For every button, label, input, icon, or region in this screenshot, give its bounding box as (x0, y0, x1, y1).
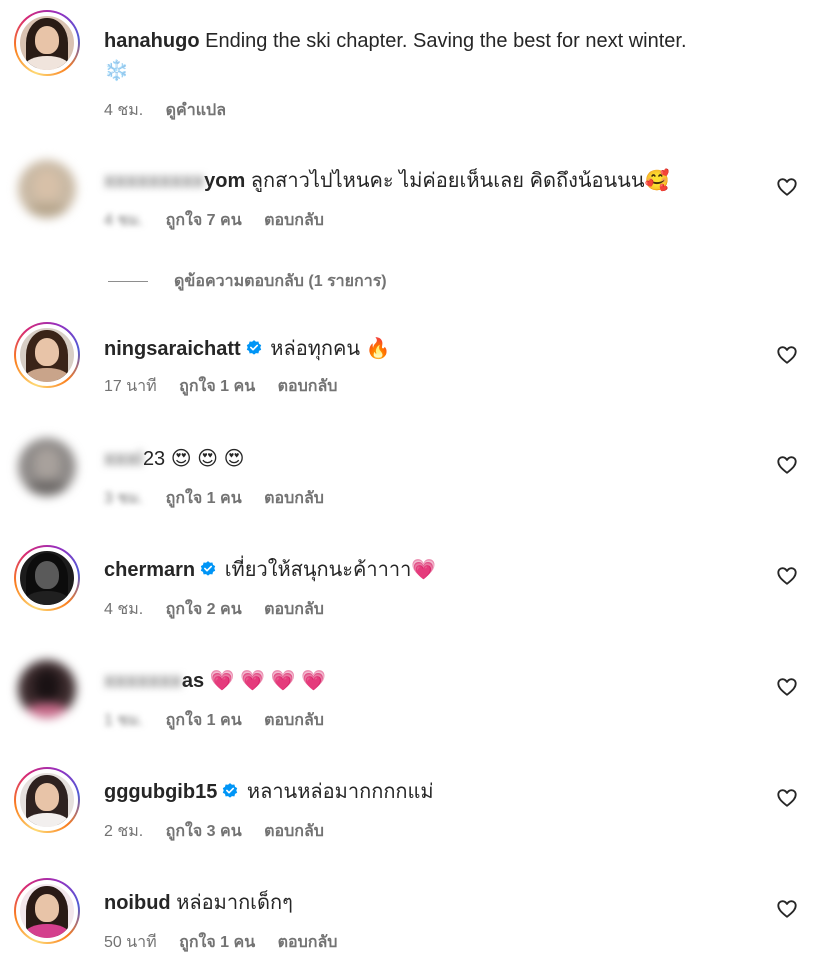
comment-time: 4 ชม. (104, 601, 144, 618)
pink-heart-icon: 💗 💗 💗 💗 (209, 670, 326, 692)
comment-time: 2 ชม. (104, 823, 144, 840)
comment-username-blurred: xxxxxxxxx (104, 170, 205, 192)
comment-text: gggubgib15 หลานหล่อมากกกกแม่ (104, 777, 434, 807)
avatar[interactable] (14, 434, 80, 500)
reply-button[interactable]: ตอบกลับ (264, 212, 324, 229)
caption-text: hanahugo Ending the ski chapter. Saving … (104, 26, 714, 86)
pink-heart-icon: 💗 (411, 559, 437, 581)
comment-username[interactable]: 23 (143, 448, 165, 470)
translate-link[interactable]: ดูคำแปล (166, 102, 226, 119)
view-replies-link[interactable]: ดูข้อความตอบกลับ (1 รายการ) (108, 269, 387, 294)
comment-text: ningsaraichatt หล่อทุกคน 🔥 (104, 334, 391, 364)
comment-likes[interactable]: ถูกใจ 7 คน (166, 212, 242, 229)
reply-button[interactable]: ตอบกลับ (264, 712, 324, 729)
post-time: 4 ชม. (104, 102, 144, 119)
heart-outline-icon[interactable] (776, 787, 798, 809)
comment-time: 50 นาที (104, 934, 157, 951)
verified-badge-icon (246, 340, 261, 355)
comment-likes[interactable]: ถูกใจ 3 คน (166, 823, 242, 840)
avatar[interactable] (14, 10, 80, 76)
comment-username-blurred: xxxi (104, 448, 143, 470)
comment-time: 4 ชม. (104, 212, 144, 229)
comment-likes[interactable]: ถูกใจ 1 คน (166, 712, 242, 729)
comment-text: xxxxxxxas 💗 💗 💗 💗 (104, 666, 326, 696)
heart-outline-icon[interactable] (776, 565, 798, 587)
heart-outline-icon[interactable] (776, 676, 798, 698)
heart-outline-icon[interactable] (776, 344, 798, 366)
reply-button[interactable]: ตอบกลับ (278, 378, 338, 395)
comment-text: noibud หล่อมากเด็กๆ (104, 888, 293, 918)
fire-icon: 🔥 (365, 338, 391, 360)
comment-body: หล่อมากเด็กๆ (176, 892, 293, 914)
verified-badge-icon (200, 561, 216, 576)
heart-outline-icon[interactable] (776, 176, 798, 198)
avatar[interactable] (14, 878, 80, 944)
divider (108, 281, 148, 282)
comment-likes[interactable]: ถูกใจ 1 คน (179, 934, 255, 951)
reply-button[interactable]: ตอบกลับ (264, 823, 324, 840)
comment-body: เที่ยวให้สนุกนะค้าาาา (224, 559, 412, 581)
comment-username[interactable]: yom (204, 170, 245, 192)
comment-text: xxxxxxxxxyom ลูกสาวไปไหนคะ ไม่ค่อยเห็นเล… (104, 166, 669, 196)
comment-username[interactable]: gggubgib15 (104, 781, 217, 803)
comment-text: xxxi23 😍 😍 😍 (104, 444, 244, 474)
comment-time: 3 ชม. (104, 490, 144, 507)
comment-body: หล่อทุกคน (270, 338, 361, 360)
comment-username-blurred: xxxxxxx (104, 670, 182, 692)
avatar[interactable] (14, 656, 80, 722)
comment-username[interactable]: ningsaraichatt (104, 338, 241, 360)
heart-eyes-emoji: 😍 😍 😍 (170, 448, 245, 470)
avatar[interactable] (14, 767, 80, 833)
comment-body: ลูกสาวไปไหนคะ ไม่ค่อยเห็นเลย คิดถึงน้อนน… (250, 170, 645, 192)
comment-likes[interactable]: ถูกใจ 1 คน (179, 378, 255, 395)
caption-body: Ending the ski chapter. Saving the best … (205, 30, 687, 52)
reply-button[interactable]: ตอบกลับ (278, 934, 338, 951)
comment-username[interactable]: chermarn (104, 559, 195, 581)
comment-time: 17 นาที (104, 378, 157, 395)
comment-time: 1 ชม. (104, 712, 144, 729)
verified-badge-icon (223, 783, 238, 798)
comment-text: chermarn เที่ยวให้สนุกนะค้าาาา💗 (104, 555, 436, 585)
comment-username[interactable]: noibud (104, 892, 171, 914)
heart-outline-icon[interactable] (776, 898, 798, 920)
heart-outline-icon[interactable] (776, 454, 798, 476)
comment-likes[interactable]: ถูกใจ 2 คน (166, 601, 242, 618)
view-replies-label: ดูข้อความตอบกลับ (1 รายการ) (174, 273, 387, 290)
comment-username[interactable]: as (182, 670, 204, 692)
comment-body: หลานหล่อมากกกกแม่ (246, 781, 434, 803)
reply-button[interactable]: ตอบกลับ (264, 490, 324, 507)
reply-button[interactable]: ตอบกลับ (264, 601, 324, 618)
avatar[interactable] (14, 322, 80, 388)
snowflake-icon: ❄️ (104, 60, 129, 82)
post-username[interactable]: hanahugo (104, 30, 200, 52)
comment-emoji: 🥰 (644, 170, 670, 192)
comment-likes[interactable]: ถูกใจ 1 คน (166, 490, 242, 507)
avatar[interactable] (14, 156, 80, 222)
avatar[interactable] (14, 545, 80, 611)
